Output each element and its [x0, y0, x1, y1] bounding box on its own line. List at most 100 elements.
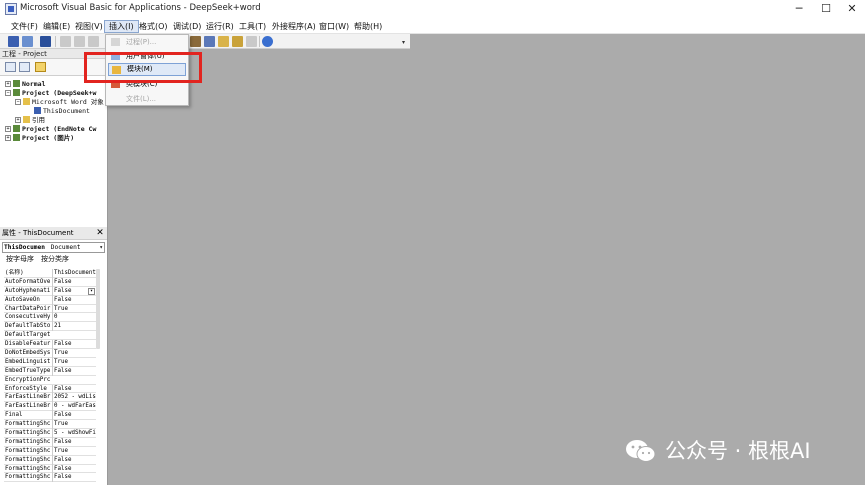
menu-debug[interactable]: 调试(D)	[169, 20, 205, 33]
copy-icon[interactable]	[74, 36, 85, 47]
view-object-icon[interactable]	[19, 62, 30, 72]
property-value[interactable]: ThisDocument	[52, 269, 96, 278]
collapse-icon[interactable]: −	[5, 90, 11, 96]
property-value[interactable]: False	[52, 437, 96, 447]
property-row[interactable]: DoNotEmbedSys True	[4, 349, 96, 358]
menu-tools[interactable]: 工具(T)	[235, 20, 270, 33]
property-value[interactable]: False	[52, 473, 96, 483]
property-value[interactable]: True	[52, 349, 96, 358]
property-row[interactable]: FormattingShc False	[4, 473, 96, 483]
project-explorer-icon[interactable]	[204, 36, 215, 47]
expand-icon[interactable]: +	[5, 135, 11, 141]
property-value[interactable]: False	[52, 340, 96, 350]
property-row[interactable]: FormattingShc False	[4, 455, 96, 465]
menu-edit[interactable]: 编辑(E)	[39, 20, 74, 33]
expand-icon[interactable]: +	[5, 81, 11, 87]
object-browser-icon[interactable]	[232, 36, 243, 47]
collapse-icon[interactable]: −	[15, 99, 21, 105]
property-row[interactable]: AutoHyphenati False ▾	[4, 286, 96, 296]
toolbox-icon[interactable]	[246, 36, 257, 47]
save-icon[interactable]	[40, 36, 51, 47]
tree-node-references[interactable]: + 引用	[15, 116, 45, 125]
property-row[interactable]: AutoFormatOve False	[4, 277, 96, 287]
properties-scrollbar[interactable]	[96, 269, 100, 349]
property-value[interactable]: False	[52, 295, 96, 305]
property-value[interactable]: False	[52, 411, 96, 421]
toolbar-overflow-icon[interactable]: ▾	[402, 39, 408, 47]
toggle-folders-icon[interactable]	[35, 62, 46, 72]
property-dropdown-icon[interactable]: ▾	[88, 287, 95, 295]
property-value[interactable]: 0	[52, 313, 96, 323]
design-mode-icon[interactable]	[190, 36, 201, 47]
property-row[interactable]: EncryptionPrc	[4, 376, 96, 385]
property-row[interactable]: ChartDataPoir True	[4, 304, 96, 314]
property-row[interactable]: DefaultTabSto 21	[4, 322, 96, 332]
tab-alphabetic[interactable]: 按字母序	[6, 255, 34, 264]
property-value[interactable]: True	[52, 446, 96, 456]
insert-userform-item[interactable]: 用户窗体(U)	[108, 50, 186, 63]
menu-format[interactable]: 格式(O)	[135, 20, 172, 33]
property-row[interactable]: DisableFeatur False	[4, 340, 96, 350]
cut-icon[interactable]	[60, 36, 71, 47]
properties-window-icon[interactable]	[218, 36, 229, 47]
insert-module-item[interactable]: 模块(M)	[108, 63, 186, 76]
property-value[interactable]: True	[52, 357, 96, 367]
expand-icon[interactable]: +	[5, 126, 11, 132]
property-row[interactable]: DefaultTarget	[4, 331, 96, 341]
property-row[interactable]: ConsecutiveHy 0	[4, 313, 96, 323]
insert-class-module-item[interactable]: 类模块(C)	[108, 78, 186, 91]
property-row[interactable]: FormattingShc True	[4, 420, 96, 430]
code-workspace[interactable]	[109, 49, 865, 485]
menu-insert[interactable]: 插入(I)	[104, 20, 139, 33]
property-row[interactable]: FarEastLineBr 0 - wdFarEas	[4, 402, 96, 412]
paste-icon[interactable]	[88, 36, 99, 47]
tree-node-thisdocument[interactable]: ThisDocument	[34, 107, 90, 116]
help-icon[interactable]	[262, 36, 273, 47]
view-word-icon[interactable]	[8, 36, 19, 47]
maximize-button[interactable]: ☐	[812, 1, 840, 17]
menu-run[interactable]: 运行(R)	[202, 20, 238, 33]
property-row[interactable]: (名称) ThisDocument	[4, 269, 96, 278]
property-value[interactable]: False	[52, 366, 96, 376]
property-row[interactable]: EmbedTrueType False	[4, 366, 96, 376]
property-value[interactable]: 2052 - wdLis	[52, 393, 96, 403]
insert-userform-icon[interactable]	[22, 36, 33, 47]
minimize-button[interactable]: ─	[785, 1, 813, 17]
close-button[interactable]: ✕	[838, 1, 865, 17]
insert-procedure-item[interactable]: 过程(P)...	[108, 36, 186, 49]
property-value[interactable]: True	[52, 420, 96, 430]
tree-node-project-endnote[interactable]: + Project (EndNote Cw	[5, 125, 96, 134]
menu-file[interactable]: 文件(F)	[7, 20, 42, 33]
expand-icon[interactable]: +	[15, 117, 21, 123]
property-row[interactable]: FormattingShc False	[4, 464, 96, 474]
property-row[interactable]: FarEastLineBr 2052 - wdLis	[4, 393, 96, 403]
property-value[interactable]: 21	[52, 322, 96, 332]
tree-node-word-objects[interactable]: − Microsoft Word 对象	[15, 98, 104, 107]
property-row[interactable]: Final False	[4, 411, 96, 421]
object-selector[interactable]: ThisDocumen Document ▾	[2, 242, 105, 253]
property-value[interactable]: False	[52, 384, 96, 394]
property-value[interactable]: True	[52, 304, 96, 314]
close-icon[interactable]: ✕	[95, 228, 105, 238]
property-row[interactable]: EmbedLinguist True	[4, 357, 96, 367]
menu-view[interactable]: 视图(V)	[71, 20, 107, 33]
property-value[interactable]: False	[52, 464, 96, 474]
property-value[interactable]: False	[52, 455, 96, 465]
property-row[interactable]: FormattingShc False	[4, 437, 96, 447]
menu-addins[interactable]: 外接程序(A)	[268, 20, 320, 33]
tree-node-project-images[interactable]: + Project (图片)	[5, 134, 74, 143]
tab-categorized[interactable]: 按分类序	[41, 255, 69, 264]
insert-file-item[interactable]: 文件(L)...	[108, 93, 186, 106]
property-row[interactable]: FormattingShc True	[4, 446, 96, 456]
property-value[interactable]: 0 - wdFarEas	[52, 402, 96, 412]
menu-help[interactable]: 帮助(H)	[350, 20, 386, 33]
menu-window[interactable]: 窗口(W)	[315, 20, 353, 33]
view-code-icon[interactable]	[5, 62, 16, 72]
property-row[interactable]: AutoSaveOn False	[4, 295, 96, 305]
property-row[interactable]: FormattingShc 5 - wdShowFi	[4, 429, 96, 438]
property-value[interactable]: 5 - wdShowFi	[52, 429, 96, 438]
property-row[interactable]: EnforceStyle False	[4, 384, 96, 394]
tree-node-project-deepseek[interactable]: − Project (DeepSeek+w	[5, 89, 96, 98]
property-value[interactable]: False	[52, 277, 96, 287]
tree-node-normal[interactable]: + Normal	[5, 80, 45, 89]
